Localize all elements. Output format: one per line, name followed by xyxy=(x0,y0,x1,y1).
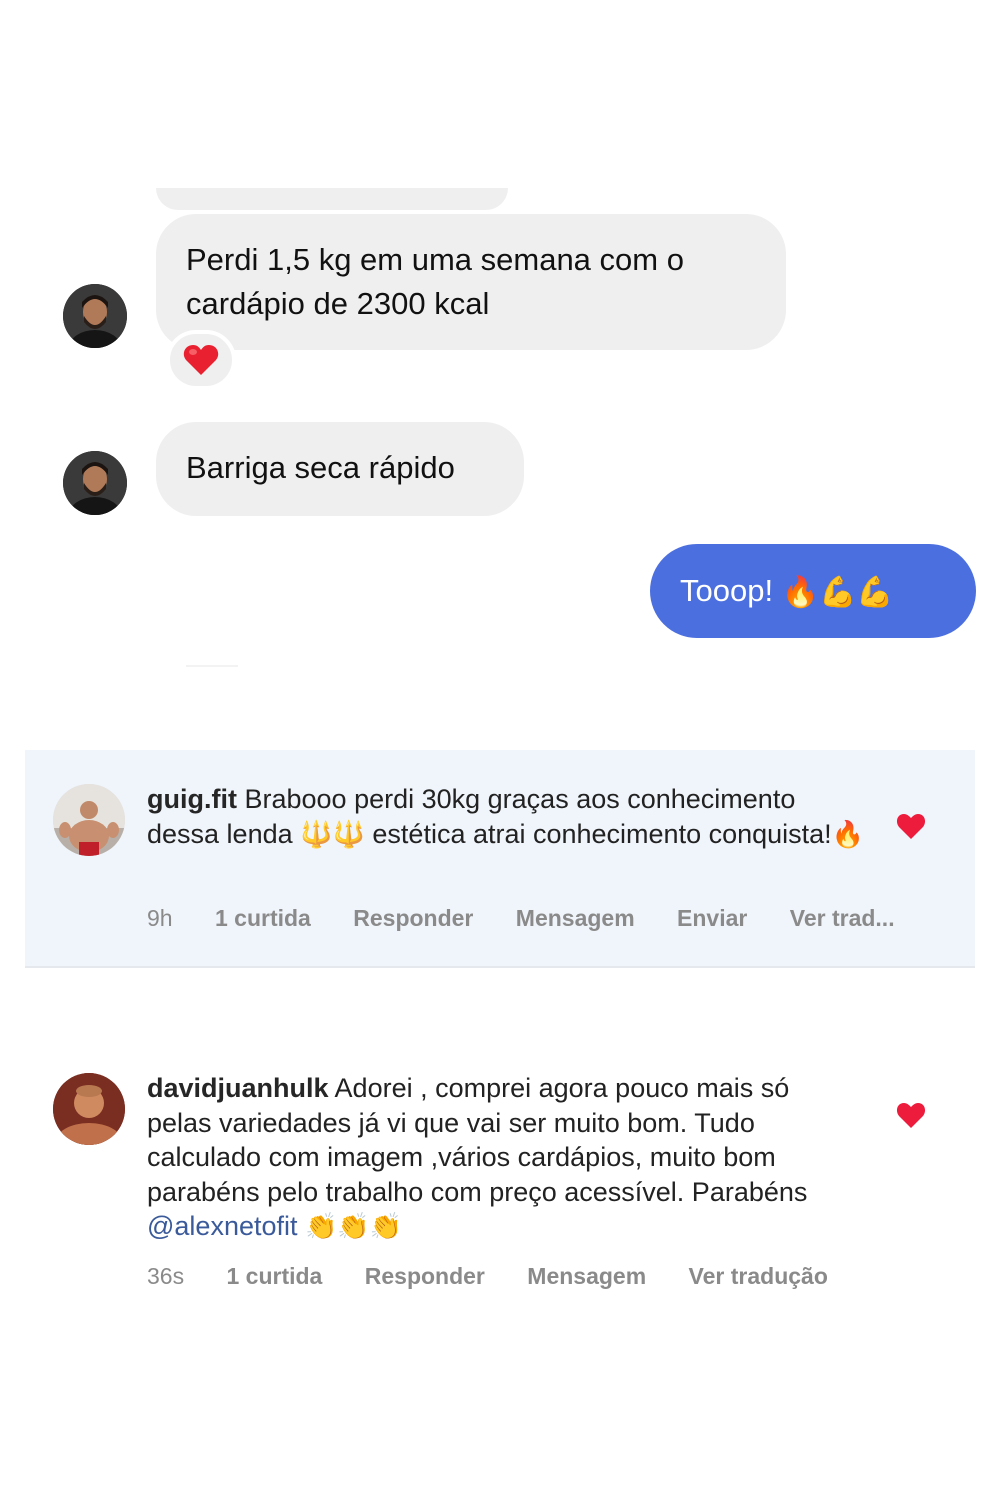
trident-emoji: 🔱🔱 xyxy=(300,818,365,849)
person-avatar-icon xyxy=(53,784,125,856)
message-text: Perdi 1,5 kg em uma semana com o cardápi… xyxy=(186,242,684,321)
fire-emoji: 🔥 xyxy=(831,818,865,849)
comment-body-continued: estética atrai conhecimento conquista! xyxy=(372,818,832,849)
liked-heart-icon[interactable] xyxy=(896,1101,926,1129)
comment-actions: 36s 1 curtida Responder Mensagem Ver tra… xyxy=(147,1263,864,1290)
commenter-avatar[interactable] xyxy=(53,784,125,856)
comment-username[interactable]: davidjuanhulk xyxy=(147,1073,329,1103)
clapping-emoji: 👏👏👏 xyxy=(305,1211,403,1241)
sender-avatar[interactable] xyxy=(63,284,127,348)
translate-button[interactable]: Ver trad... xyxy=(790,905,895,931)
comment-text: davidjuanhulk Adorei , comprei agora pou… xyxy=(147,1071,847,1244)
translate-button[interactable]: Ver tradução xyxy=(689,1263,828,1289)
message-text: Tooop! xyxy=(680,573,774,608)
sender-avatar[interactable] xyxy=(63,451,127,515)
message-reaction[interactable] xyxy=(166,330,236,390)
person-avatar-icon xyxy=(63,451,127,515)
likes-count-button[interactable]: 1 curtida xyxy=(215,905,311,931)
sent-message-bubble[interactable]: Tooop! 🔥💪💪 xyxy=(650,544,976,638)
liked-heart-icon[interactable] xyxy=(896,812,926,840)
heart-reaction-icon xyxy=(183,345,219,375)
received-message-bubble[interactable]: Perdi 1,5 kg em uma semana com o cardápi… xyxy=(156,214,786,350)
received-message-bubble[interactable]: Barriga seca rápido xyxy=(156,422,524,516)
person-avatar-icon xyxy=(63,284,127,348)
message-button[interactable]: Mensagem xyxy=(527,1263,646,1289)
commenter-avatar[interactable] xyxy=(53,1073,125,1145)
comment-text: guig.fit Brabooo perdi 30kg graças aos c… xyxy=(147,782,867,851)
divider xyxy=(186,665,238,667)
mention-link[interactable]: @alexnetofit xyxy=(147,1211,298,1241)
message-button[interactable]: Mensagem xyxy=(516,905,635,931)
message-text: Barriga seca rápido xyxy=(186,450,455,485)
comment-time: 36s xyxy=(147,1263,185,1289)
reply-button[interactable]: Responder xyxy=(353,905,473,931)
person-avatar-icon xyxy=(53,1073,125,1145)
comment-username[interactable]: guig.fit xyxy=(147,784,237,814)
previous-message-bubble xyxy=(156,188,508,210)
likes-count-button[interactable]: 1 curtida xyxy=(226,1263,322,1289)
fire-muscle-emoji: 🔥💪💪 xyxy=(781,575,894,609)
comment-actions: 9h 1 curtida Responder Mensagem Enviar V… xyxy=(147,905,931,932)
reply-button[interactable]: Responder xyxy=(365,1263,485,1289)
comment-time: 9h xyxy=(147,905,173,931)
send-button[interactable]: Enviar xyxy=(677,905,747,931)
